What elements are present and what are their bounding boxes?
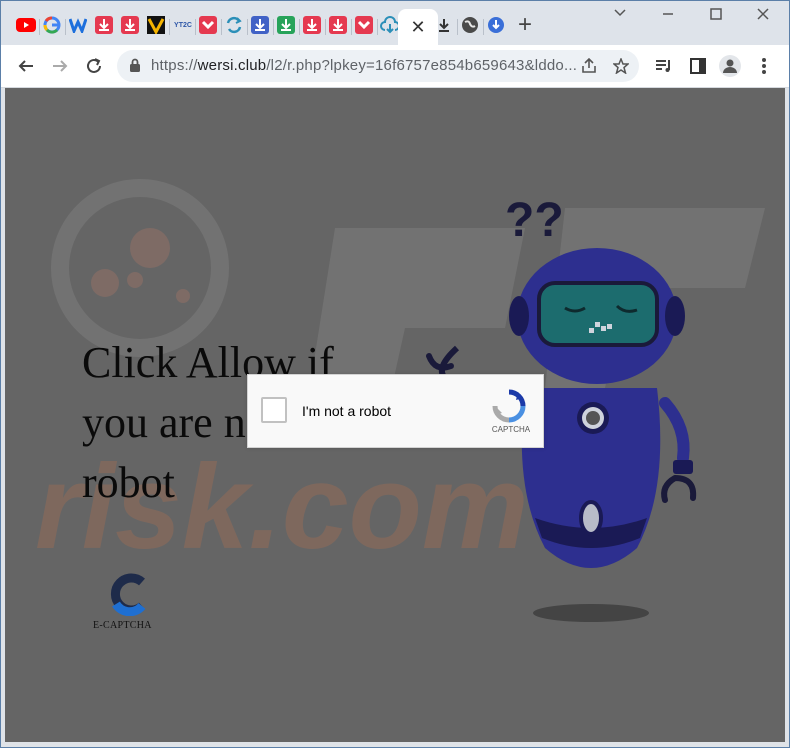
- not-a-robot-checkbox[interactable]: [261, 397, 287, 423]
- ecaptcha-c-icon: [110, 573, 146, 617]
- url-host: wersi.club: [197, 57, 267, 74]
- url-path: /l2/r.php?lpkey=16f6757e854b659643&lddo.…: [266, 57, 578, 74]
- tab-active[interactable]: ✕: [398, 9, 438, 45]
- side-panel-icon: [690, 58, 706, 74]
- url-scheme: https://: [151, 57, 198, 74]
- new-tab-button[interactable]: +: [518, 11, 532, 39]
- user-icon: [723, 59, 737, 73]
- media-button[interactable]: [653, 55, 675, 77]
- tab-yt2c[interactable]: YT2C: [171, 14, 195, 36]
- recaptcha-logo-icon: [492, 389, 526, 423]
- tab-download-7[interactable]: [327, 14, 349, 36]
- ecaptcha-logo-text: E-CAPTCHA: [93, 620, 152, 631]
- tab-download-4[interactable]: [249, 14, 271, 36]
- tab-download-1[interactable]: [93, 14, 115, 36]
- bookmark-button[interactable]: [611, 56, 631, 76]
- address-bar[interactable]: https://wersi.club/l2/r.php?lpkey=16f675…: [117, 50, 639, 82]
- download-circle-icon: [488, 17, 504, 33]
- tab-separator: [195, 19, 196, 35]
- tab-separator: [39, 19, 40, 35]
- playlist-icon: [656, 60, 670, 72]
- tab-youtube[interactable]: [15, 14, 37, 36]
- tab-v-logo[interactable]: [145, 14, 167, 36]
- headline-line-3: robot: [82, 458, 175, 507]
- tab-separator: [299, 19, 300, 35]
- reload-button[interactable]: [81, 53, 107, 79]
- avatar: [719, 55, 741, 77]
- window-close-button[interactable]: [756, 7, 770, 26]
- tab-w[interactable]: [67, 14, 89, 36]
- tab-separator: [351, 19, 352, 35]
- chevron-down-icon: [614, 9, 626, 17]
- tab-download-circle[interactable]: [485, 14, 507, 36]
- google-icon: [43, 16, 61, 34]
- download-icon: [95, 16, 113, 34]
- tab-separator: [221, 19, 222, 35]
- back-button[interactable]: [13, 53, 39, 79]
- download-icon: [199, 16, 217, 34]
- captcha-widget: I'm not a robot CAPTCHA: [247, 374, 544, 448]
- share-icon: [582, 58, 596, 73]
- download-icon: [251, 16, 269, 34]
- tab-separator: [377, 19, 378, 35]
- tab-download-8[interactable]: [353, 14, 375, 36]
- swap-icon: [226, 16, 242, 34]
- lock-icon[interactable]: [129, 58, 141, 72]
- minimize-icon: [663, 13, 673, 15]
- star-icon: [613, 58, 629, 74]
- tab-separator: [273, 19, 274, 35]
- captcha-label: I'm not a robot: [302, 403, 392, 419]
- tab-separator: [325, 19, 326, 35]
- globe-icon: [462, 17, 478, 33]
- window-minimize-button[interactable]: [661, 7, 675, 26]
- download-icon: [277, 16, 295, 34]
- cloud-download-icon: [380, 16, 400, 34]
- arrow-left-icon: [18, 60, 33, 72]
- tab-download-arrow[interactable]: [433, 14, 455, 36]
- tab-separator: [483, 19, 484, 35]
- url-text[interactable]: https://wersi.club/l2/r.php?lpkey=16f675…: [151, 57, 577, 74]
- tab-separator: [247, 19, 248, 35]
- download-arrow-icon: [439, 19, 449, 32]
- captcha-brand: CAPTCHA: [491, 425, 531, 434]
- tab-globe[interactable]: [459, 14, 481, 36]
- v-logo-icon: [147, 16, 165, 34]
- w-icon: [69, 18, 87, 33]
- maximize-icon: [710, 8, 722, 20]
- arrow-right-icon: [53, 60, 68, 72]
- profile-button[interactable]: [719, 55, 741, 77]
- side-panel-button[interactable]: [687, 55, 709, 77]
- page-viewport: risk.com Click Allow if you are not a ro…: [5, 88, 785, 742]
- download-icon: [355, 16, 373, 34]
- tab-download-5[interactable]: [275, 14, 297, 36]
- download-icon: [303, 16, 321, 34]
- tab-download-3[interactable]: [197, 14, 219, 36]
- menu-button[interactable]: [753, 55, 775, 77]
- close-icon: [757, 8, 769, 20]
- share-button[interactable]: [579, 56, 599, 76]
- forward-button[interactable]: [47, 53, 73, 79]
- tab-separator: [457, 19, 458, 35]
- window-maximize-button[interactable]: [709, 7, 723, 26]
- youtube-icon: [16, 18, 36, 32]
- reload-icon: [87, 58, 101, 73]
- more-vert-icon: [762, 58, 766, 74]
- tab-strip: YT2C ✕ +: [1, 1, 789, 45]
- ecaptcha-logo: [93, 572, 163, 621]
- tab-separator: [169, 19, 170, 35]
- tab-download-2[interactable]: [119, 14, 141, 36]
- minimize-button[interactable]: [613, 5, 627, 24]
- robot-question-marks: ??: [505, 194, 564, 247]
- tab-google[interactable]: [41, 14, 63, 36]
- tab-swap[interactable]: [223, 14, 245, 36]
- download-icon: [329, 16, 347, 34]
- tab-download-6[interactable]: [301, 14, 323, 36]
- tab-separator: [65, 19, 66, 35]
- yt2c-icon: YT2C: [174, 21, 192, 29]
- toolbar: https://wersi.club/l2/r.php?lpkey=16f675…: [1, 45, 789, 88]
- download-icon: [121, 16, 139, 34]
- close-icon[interactable]: ✕: [410, 17, 425, 38]
